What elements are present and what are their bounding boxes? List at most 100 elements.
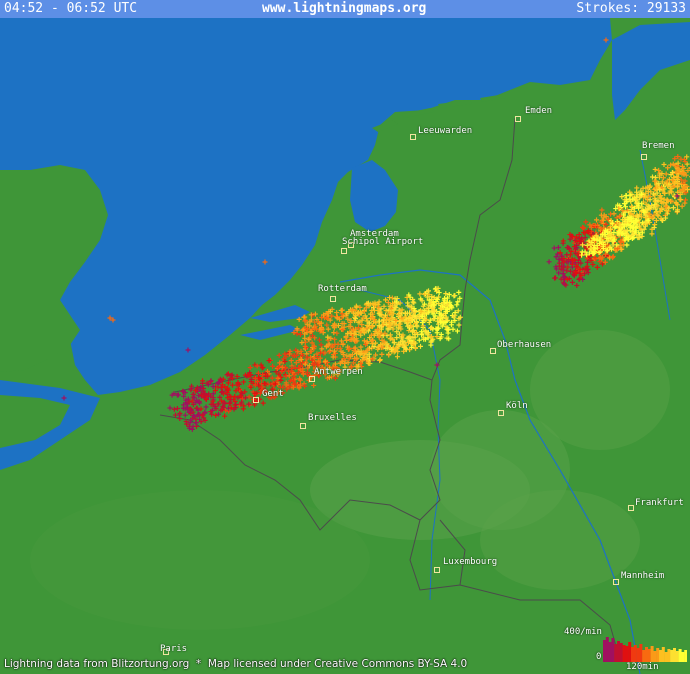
time-range: 04:52 - 06:52 UTC [4, 1, 138, 16]
lightning-stroke [296, 316, 302, 322]
city-marker [434, 567, 440, 573]
legend-bar [678, 649, 682, 662]
header-bar: 04:52 - 06:52 UTC www.lightningmaps.org … [0, 0, 690, 18]
lightning-stroke [574, 283, 580, 289]
legend-bar [631, 647, 634, 662]
lightning-stroke [316, 337, 322, 343]
legend-bar [670, 650, 674, 662]
legend-bar [664, 652, 668, 662]
lightning-stroke [454, 302, 460, 308]
lightning-stroke [456, 322, 462, 328]
legend-bar [608, 642, 612, 662]
legend-bar [633, 645, 637, 662]
city-label: Bruxelles [308, 413, 357, 423]
city-label: Rotterdam [318, 284, 367, 294]
lightning-stroke [208, 378, 214, 384]
legend-bar [675, 651, 679, 662]
legend-bar [667, 649, 671, 662]
city-marker [515, 116, 521, 122]
lightning-stroke [583, 219, 589, 225]
legend-histogram [603, 637, 687, 662]
city-label: Luxembourg [443, 557, 498, 567]
lightning-stroke [246, 401, 252, 407]
lightning-stroke [624, 242, 630, 248]
lightning-stroke [417, 343, 423, 349]
legend-bar [642, 650, 646, 662]
lightning-stroke [434, 362, 440, 368]
lightning-stroke [649, 231, 655, 237]
lightning-stroke [174, 405, 180, 411]
legend-bar [619, 643, 623, 662]
lightning-stroke [387, 336, 393, 342]
lightning-stroke [311, 382, 317, 388]
city-marker [613, 579, 619, 585]
legend-bar [681, 652, 685, 662]
lightning-stroke [450, 326, 456, 332]
lightning-stroke [652, 166, 658, 172]
lightning-stroke [452, 293, 458, 299]
city-label: Paris [160, 644, 188, 654]
city-marker [641, 154, 647, 160]
lightning-stroke [576, 232, 582, 238]
city-marker [410, 134, 416, 140]
legend-bar [684, 650, 687, 662]
legend-bar [659, 650, 662, 662]
lightning-stroke [262, 371, 268, 377]
lightning-stroke [551, 245, 557, 251]
lightning-stroke [405, 300, 411, 306]
lightning-stroke [241, 379, 247, 385]
lightning-stroke [234, 374, 240, 380]
lightning-stroke [332, 336, 338, 342]
lightning-stroke [167, 405, 173, 411]
lightning-stroke [456, 289, 462, 295]
lightning-stroke [318, 342, 324, 348]
legend-time-label: 120min [626, 662, 659, 672]
legend-bar [639, 644, 643, 662]
lightning-stroke [352, 345, 358, 351]
legend-bar [661, 647, 665, 662]
lightning-stroke [611, 211, 617, 217]
lightning-strikes-layer [61, 37, 690, 432]
city-label: Emden [525, 106, 553, 116]
lightning-stroke [379, 351, 385, 357]
city-marker [253, 397, 259, 403]
lightning-stroke [663, 171, 669, 177]
lightning-stroke [569, 279, 575, 285]
legend-bar [673, 648, 676, 662]
city-label: Bremen [642, 141, 675, 151]
lightning-stroke [553, 275, 559, 281]
lightning-stroke [286, 373, 292, 379]
lightning-stroke [299, 340, 305, 346]
lightning-stroke [215, 401, 221, 407]
legend-bar [645, 647, 648, 662]
lightning-stroke [247, 402, 253, 408]
site-link[interactable]: www.lightningmaps.org [262, 0, 426, 18]
lightning-stroke [61, 395, 67, 401]
lightning-stroke [189, 426, 195, 432]
lightning-stroke [386, 352, 392, 358]
lightning-stroke [222, 413, 228, 419]
lightning-stroke [594, 264, 600, 270]
lightning-stroke [668, 162, 674, 168]
legend-bar [622, 645, 626, 662]
lightning-stroke [417, 291, 423, 297]
lightning-stroke [661, 162, 667, 168]
lightning-stroke [629, 204, 635, 210]
lightning-stroke [172, 412, 178, 418]
lightning-stroke [416, 337, 422, 343]
legend-bar [605, 637, 609, 662]
lightning-stroke [277, 360, 283, 366]
lightning-stroke [276, 352, 282, 358]
city-label: Antwerpen [314, 367, 363, 377]
lightning-stroke [594, 217, 600, 223]
lightning-stroke [302, 318, 308, 324]
city-label: Schipol Airport [342, 237, 424, 247]
city-label: Mannheim [621, 571, 665, 581]
city-label: Gent [262, 389, 284, 399]
lightning-map[interactable]: Emden Leeuwarden Bremen Amsterdam Schipol Ai… [0, 0, 690, 674]
lightning-stroke [665, 165, 671, 171]
city-marker [498, 410, 504, 416]
legend-bar [653, 651, 657, 662]
city-label: Frankfurt [635, 498, 684, 508]
lightning-stroke [358, 344, 364, 350]
